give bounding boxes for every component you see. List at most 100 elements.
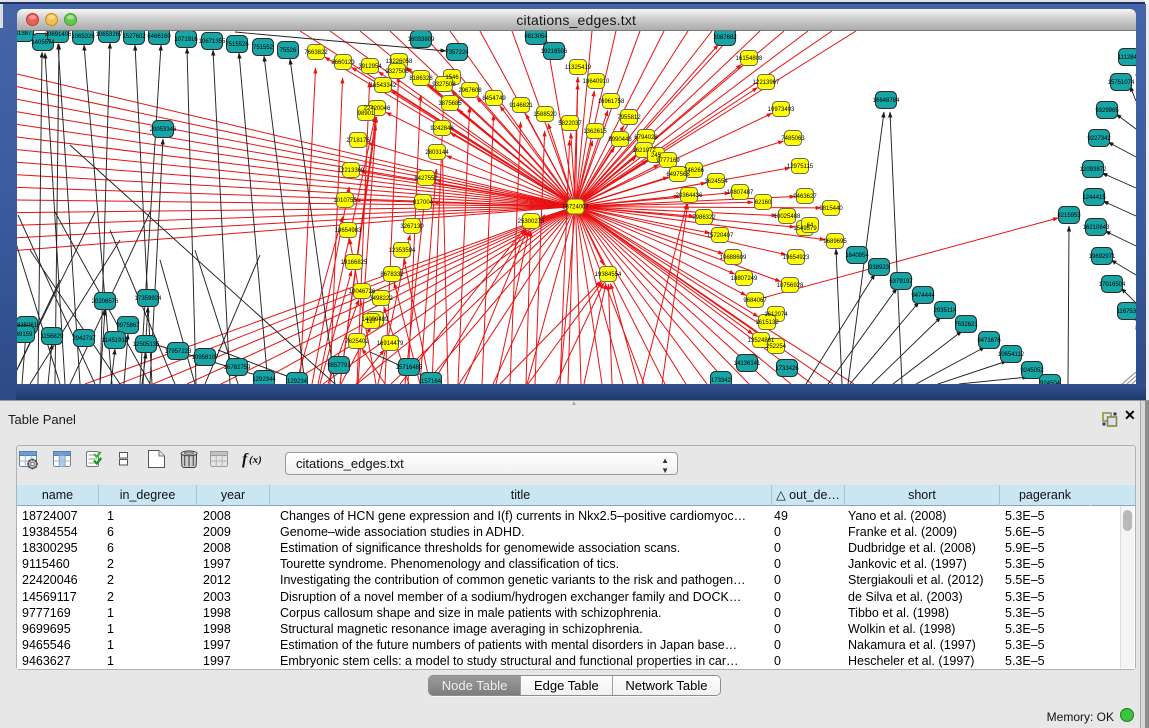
svg-text:8454749: 8454749 (482, 96, 506, 102)
svg-text:7663822: 7663822 (304, 50, 328, 56)
svg-text:12353594: 12353594 (388, 248, 415, 254)
svg-text:14136141: 14136141 (733, 361, 760, 367)
svg-text:8813054: 8813054 (524, 34, 548, 40)
svg-text:3875685: 3875685 (438, 101, 462, 107)
svg-text:16543342: 16543342 (369, 83, 396, 89)
svg-text:817004: 817004 (412, 200, 433, 206)
svg-text:7986322: 7986322 (692, 215, 716, 221)
svg-text:9463627: 9463627 (793, 194, 817, 200)
svg-text:3498222: 3498222 (369, 296, 393, 302)
svg-text:9327508: 9327508 (432, 82, 456, 88)
svg-text:1156829: 1156829 (40, 334, 64, 340)
svg-text:10671355: 10671355 (198, 39, 225, 45)
svg-text:16782759: 16782759 (223, 365, 250, 371)
svg-text:15751074: 15751074 (1107, 80, 1134, 86)
svg-text:3267130: 3267130 (400, 224, 424, 230)
svg-text:16961758: 16961758 (597, 99, 624, 105)
svg-text:12975115: 12975115 (786, 164, 813, 170)
svg-text:9975867: 9975867 (116, 323, 140, 329)
svg-text:12213369: 12213369 (337, 168, 364, 174)
svg-text:64: 64 (806, 223, 813, 229)
svg-text:9689695: 9689695 (823, 239, 847, 245)
svg-text:1615132: 1615132 (755, 320, 779, 326)
svg-text:19654923: 19654923 (782, 255, 809, 261)
svg-text:10756928: 10756928 (776, 283, 803, 289)
svg-text:7625402: 7625402 (345, 339, 369, 345)
svg-text:9245052: 9245052 (1020, 368, 1044, 374)
svg-text:8313877: 8313877 (17, 31, 35, 37)
svg-text:9146821: 9146821 (509, 103, 533, 109)
svg-text:98901: 98901 (357, 111, 374, 117)
svg-text:12213967: 12213967 (752, 80, 779, 86)
svg-text:10973493: 10973493 (767, 107, 794, 113)
svg-text:18807249: 18807249 (730, 276, 757, 282)
svg-text:20364436: 20364436 (675, 193, 702, 199)
svg-text:25300275: 25300275 (517, 219, 544, 225)
svg-text:2942737: 2942737 (72, 336, 96, 342)
svg-text:15720407: 15720407 (706, 233, 733, 239)
svg-text:10046726: 10046726 (348, 289, 375, 295)
svg-text:8427552: 8427552 (414, 176, 438, 182)
svg-text:7632621: 7632621 (954, 322, 978, 328)
svg-text:1065326: 1065326 (71, 34, 95, 40)
svg-text:20053346: 20053346 (149, 127, 176, 133)
svg-text:8990448: 8990448 (608, 137, 632, 143)
svg-text:16033809: 16033809 (407, 37, 434, 43)
svg-text:5822037: 5822037 (558, 121, 582, 127)
svg-text:1405574: 1405574 (31, 40, 55, 46)
svg-text:751552: 751552 (252, 45, 273, 51)
svg-text:7357224: 7357224 (445, 50, 469, 56)
svg-text:835061: 835061 (17, 323, 38, 329)
svg-text:13226058: 13226058 (385, 59, 412, 65)
svg-text:12093872: 12093872 (1079, 167, 1106, 173)
svg-text:9815440: 9815440 (819, 206, 843, 212)
svg-text:18640910: 18640910 (582, 79, 609, 85)
svg-text:16154808: 16154808 (735, 56, 762, 62)
svg-text:19654983: 19654983 (334, 228, 361, 234)
svg-text:1549579: 1549579 (793, 226, 817, 232)
svg-text:10025488: 10025488 (773, 214, 800, 220)
svg-text:129234: 129234 (286, 379, 307, 384)
svg-text:16914479: 16914479 (376, 341, 403, 347)
svg-text:1112842: 1112842 (1117, 55, 1135, 61)
svg-text:9474444: 9474444 (911, 293, 935, 299)
svg-text:1010755: 1010755 (333, 198, 357, 204)
svg-text:9777169: 9777169 (656, 158, 680, 164)
svg-text:2803144: 2803144 (425, 150, 449, 156)
svg-text:10654112: 10654112 (997, 352, 1024, 358)
svg-text:1588520: 1588520 (533, 112, 557, 118)
svg-text:1362615: 1362615 (583, 129, 607, 135)
svg-text:8678332: 8678332 (380, 272, 404, 278)
svg-text:10958107: 10958107 (191, 355, 218, 361)
svg-text:19166825: 19166825 (340, 260, 367, 266)
svg-text:8215953: 8215953 (1057, 213, 1081, 219)
svg-text:39159: 39159 (17, 332, 33, 338)
svg-text:938923: 938923 (868, 265, 889, 271)
svg-text:9327506: 9327506 (385, 69, 409, 75)
svg-text:10653267: 10653267 (95, 32, 122, 38)
svg-text:9684067: 9684067 (743, 298, 767, 304)
svg-text:15716485: 15716485 (395, 365, 422, 371)
svg-text:2935114: 2935114 (933, 308, 957, 314)
svg-text:19692971: 19692971 (1088, 254, 1115, 260)
svg-text:20691406: 20691406 (44, 32, 71, 38)
svg-text:20206576: 20206576 (91, 299, 118, 305)
svg-text:f: f (242, 451, 249, 468)
svg-text:18724007: 18724007 (562, 205, 589, 211)
svg-text:6466160: 6466160 (147, 34, 171, 40)
svg-text:924504: 924504 (1039, 381, 1060, 384)
svg-text:1546: 1546 (445, 75, 459, 81)
svg-text:75526: 75526 (279, 48, 296, 54)
svg-text:19218506: 19218506 (540, 49, 567, 55)
svg-text:12505135: 12505135 (132, 342, 159, 348)
svg-text:17359924: 17359924 (134, 296, 161, 302)
svg-text:1527602: 1527602 (122, 34, 146, 40)
svg-text:17957223: 17957223 (164, 349, 191, 355)
svg-text:6497568: 6497568 (666, 172, 690, 178)
svg-text:(x): (x) (249, 454, 262, 466)
svg-text:2087682: 2087682 (713, 35, 737, 41)
svg-text:16648784: 16648784 (872, 98, 899, 104)
svg-text:9242848: 9242848 (430, 126, 454, 132)
svg-text:7515526: 7515526 (225, 42, 249, 48)
svg-text:8660123: 8660123 (331, 60, 355, 66)
